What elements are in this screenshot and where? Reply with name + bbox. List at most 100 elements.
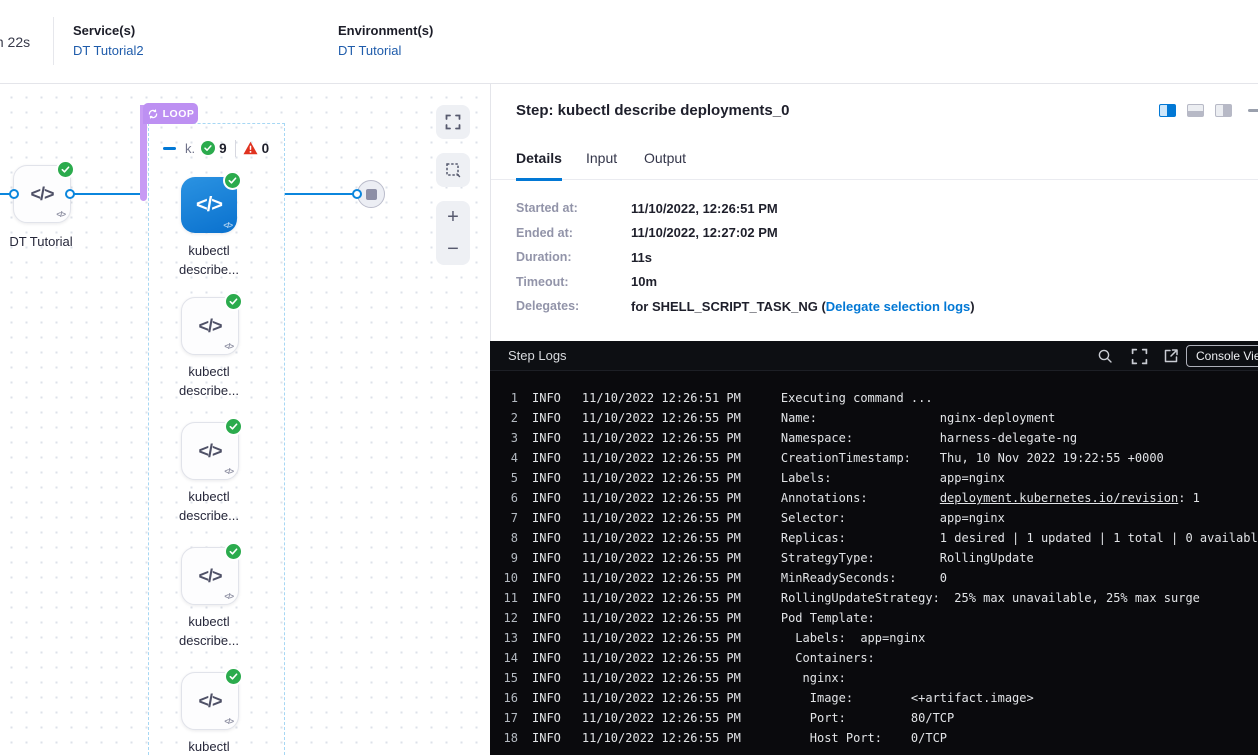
log-line: 10INFO11/10/2022 12:26:55 PMMinReadySeco… bbox=[490, 568, 1258, 588]
log-line: 2INFO11/10/2022 12:26:55 PMName: nginx-d… bbox=[490, 408, 1258, 428]
log-line: 3INFO11/10/2022 12:26:55 PMNamespace: ha… bbox=[490, 428, 1258, 448]
code-icon: </> bbox=[198, 691, 221, 712]
success-check-icon bbox=[224, 542, 243, 561]
layout-fill bbox=[1188, 111, 1203, 116]
detail-row-started: Started at: 11/10/2022, 12:26:51 PM bbox=[516, 196, 975, 221]
service-label: Service(s) bbox=[73, 23, 144, 38]
mini-code-icon: </> bbox=[224, 717, 233, 726]
success-check-icon bbox=[224, 417, 243, 436]
search-icon bbox=[1097, 348, 1113, 364]
console-view-button[interactable]: Console View bbox=[1186, 345, 1258, 367]
step-title: Step: kubectl describe deployments_0 bbox=[516, 102, 789, 119]
marquee-select-icon bbox=[445, 162, 461, 178]
edge-to-end bbox=[285, 193, 360, 195]
detail-row-delegates: Delegates: for SHELL_SCRIPT_TASK_NG (Del… bbox=[516, 294, 975, 319]
layout-fill bbox=[1223, 105, 1231, 116]
success-check-icon bbox=[224, 292, 243, 311]
step-logs-section: Step Logs Console View 1INFO11/10/2022 1… bbox=[490, 341, 1258, 755]
node-kubectl-describe-2[interactable]: </> </> bbox=[181, 422, 239, 480]
layout-right-view-button[interactable] bbox=[1159, 104, 1176, 117]
collapse-minus-icon[interactable] bbox=[163, 147, 176, 150]
mini-code-icon: </> bbox=[224, 467, 233, 476]
log-line: 16INFO11/10/2022 12:26:55 PM Image: <+ar… bbox=[490, 688, 1258, 708]
tab-output[interactable]: Output bbox=[644, 150, 686, 178]
log-fullscreen-button[interactable] bbox=[1131, 348, 1148, 365]
node-label-dt-tutorial: DT Tutorial bbox=[0, 232, 96, 251]
connector-port bbox=[9, 189, 19, 199]
code-icon: </> bbox=[198, 316, 221, 337]
annotation-revision-link[interactable]: deployment.kubernetes.io/revision bbox=[940, 491, 1178, 505]
mini-code-icon: </> bbox=[224, 342, 233, 351]
topbar-divider bbox=[53, 17, 54, 65]
code-icon: </> bbox=[196, 194, 222, 217]
warning-icon bbox=[243, 141, 258, 155]
node-kubectl-describe-0[interactable]: </> </> bbox=[181, 177, 237, 233]
layout-bottom-view-button[interactable] bbox=[1187, 104, 1204, 117]
step-tabs: Details Input Output bbox=[491, 144, 1258, 180]
loop-badge-label: LOOP bbox=[163, 108, 195, 120]
external-link-icon bbox=[1163, 348, 1179, 364]
log-line: 8INFO11/10/2022 12:26:55 PMReplicas: 1 d… bbox=[490, 528, 1258, 548]
mini-code-icon: </> bbox=[224, 592, 233, 601]
node-kubectl-describe-1[interactable]: </> </> bbox=[181, 297, 239, 355]
detail-row-timeout: Timeout: 10m bbox=[516, 270, 975, 295]
stop-square-icon bbox=[366, 189, 377, 200]
connector-port bbox=[352, 189, 362, 199]
node-kubectl-describe-4[interactable]: </> </> bbox=[181, 672, 239, 730]
log-line: 5INFO11/10/2022 12:26:55 PMLabels: app=n… bbox=[490, 468, 1258, 488]
count-divider bbox=[235, 140, 236, 157]
canvas-zoom-controls: + − bbox=[436, 201, 470, 265]
code-icon: </> bbox=[30, 184, 53, 205]
log-open-new-tab-button[interactable] bbox=[1163, 348, 1179, 364]
log-output[interactable]: 1INFO11/10/2022 12:26:51 PMExecuting com… bbox=[490, 371, 1258, 755]
log-line: 7INFO11/10/2022 12:26:55 PMSelector: app… bbox=[490, 508, 1258, 528]
tab-details[interactable]: Details bbox=[516, 150, 562, 181]
tab-input[interactable]: Input bbox=[586, 150, 617, 178]
environment-label: Environment(s) bbox=[338, 23, 433, 38]
success-check-icon bbox=[223, 171, 242, 190]
step-logs-title: Step Logs bbox=[508, 348, 567, 363]
pipeline-graph-canvas[interactable]: </> </> DT Tutorial LOOP k. 9 0 </> </> bbox=[0, 84, 490, 755]
log-line: 6INFO11/10/2022 12:26:55 PMAnnotations: … bbox=[490, 488, 1258, 508]
fullscreen-icon bbox=[1131, 348, 1148, 365]
node-label-kubectl-3: kubectl describe... bbox=[154, 612, 264, 650]
detail-row-duration: Duration: 11s bbox=[516, 245, 975, 270]
execution-topbar: m 22s Service(s) DT Tutorial2 Environmen… bbox=[0, 0, 1258, 84]
log-line: 13INFO11/10/2022 12:26:55 PM Labels: app… bbox=[490, 628, 1258, 648]
service-link[interactable]: DT Tutorial2 bbox=[73, 43, 144, 58]
code-icon: </> bbox=[198, 566, 221, 587]
zoom-out-button[interactable]: − bbox=[447, 240, 459, 258]
environment-link[interactable]: DT Tutorial bbox=[338, 43, 433, 58]
node-label-kubectl-0: kubectl describe... bbox=[154, 241, 264, 279]
delegate-selection-logs-link[interactable]: Delegate selection logs bbox=[826, 299, 971, 314]
execution-duration: m 22s bbox=[0, 34, 30, 50]
log-line: 1INFO11/10/2022 12:26:51 PMExecuting com… bbox=[490, 388, 1258, 408]
environment-block: Environment(s) DT Tutorial bbox=[338, 23, 433, 58]
canvas-select-button[interactable] bbox=[436, 153, 470, 187]
log-line: 11INFO11/10/2022 12:26:55 PMRollingUpdat… bbox=[490, 588, 1258, 608]
panel-minimize-button[interactable] bbox=[1248, 109, 1258, 112]
mini-code-icon: </> bbox=[56, 210, 65, 219]
step-logs-header: Step Logs Console View bbox=[490, 341, 1258, 371]
log-line: 15INFO11/10/2022 12:26:55 PM nginx: bbox=[490, 668, 1258, 688]
success-check-icon bbox=[201, 141, 215, 155]
fullscreen-icon bbox=[445, 114, 461, 130]
loop-icon bbox=[147, 108, 159, 120]
layout-fill bbox=[1167, 105, 1175, 116]
service-block: Service(s) DT Tutorial2 bbox=[73, 23, 144, 58]
zoom-in-button[interactable]: + bbox=[447, 208, 459, 226]
log-line: 4INFO11/10/2022 12:26:55 PMCreationTimes… bbox=[490, 448, 1258, 468]
connector-port bbox=[65, 189, 75, 199]
log-search-button[interactable] bbox=[1097, 348, 1113, 364]
mini-code-icon: </> bbox=[223, 221, 232, 230]
success-check-icon bbox=[56, 160, 75, 179]
log-line: 14INFO11/10/2022 12:26:55 PM Containers: bbox=[490, 648, 1258, 668]
matrix-label: k. bbox=[185, 141, 195, 156]
detail-row-ended: Ended at: 11/10/2022, 12:27:02 PM bbox=[516, 221, 975, 246]
canvas-fullscreen-button[interactable] bbox=[436, 105, 470, 139]
node-kubectl-describe-3[interactable]: </> </> bbox=[181, 547, 239, 605]
node-dt-tutorial[interactable]: </> </> bbox=[13, 165, 71, 223]
loop-badge[interactable]: LOOP bbox=[143, 103, 198, 124]
layout-panel-view-button[interactable] bbox=[1215, 104, 1232, 117]
node-label-kubectl-1: kubectl describe... bbox=[154, 362, 264, 400]
